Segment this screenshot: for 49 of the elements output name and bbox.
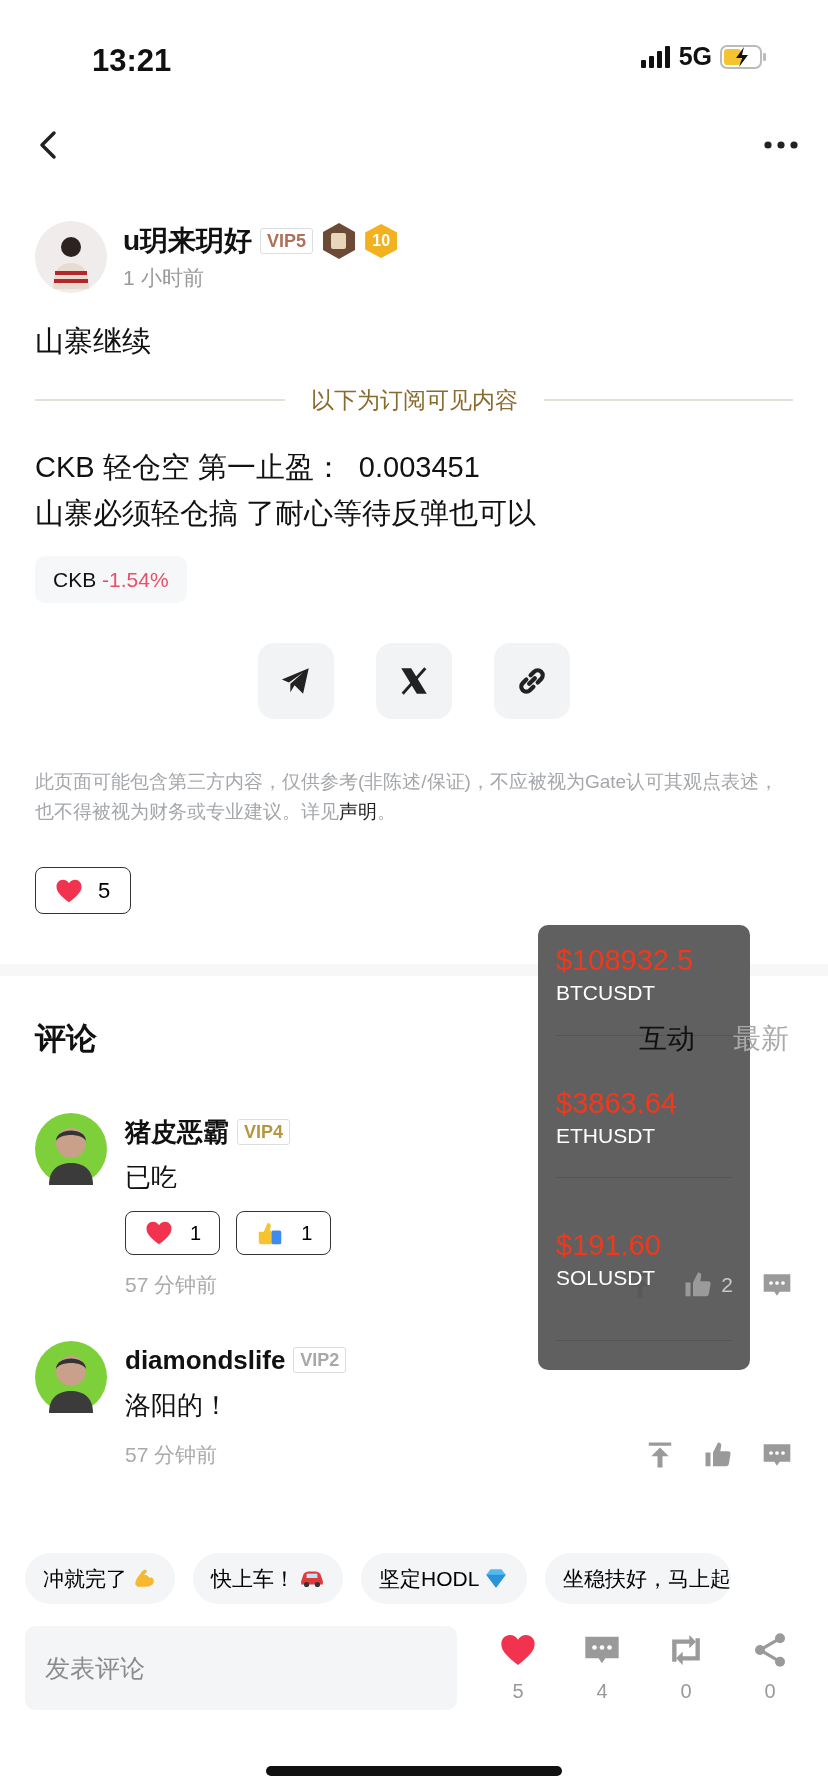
signal-icon	[640, 45, 671, 68]
post-time: 1 小时前	[123, 265, 205, 291]
battery-icon	[720, 44, 768, 69]
ticker-symbol: SOLUSDT	[556, 1265, 656, 1291]
quick-reply-chip[interactable]: 冲就完了	[25, 1552, 175, 1604]
share-button[interactable]	[376, 643, 452, 719]
heart-count: 5	[512, 1679, 524, 1704]
ticker-price: $108932.5	[556, 943, 694, 977]
vip-badge: VIP5	[260, 228, 314, 254]
vip-badge: VIP4	[237, 1119, 291, 1145]
clock: 13:21	[92, 42, 172, 80]
more-icon[interactable]	[764, 141, 798, 149]
section-title: 评论	[35, 1020, 97, 1058]
reaction-button[interactable]: 1	[125, 1210, 221, 1255]
reaction-button[interactable]: 1	[236, 1210, 332, 1255]
comment-count: 4	[596, 1679, 608, 1704]
divider-label: 以下为订阅可见内容	[310, 386, 518, 415]
post-text: 山寨必须轻仓搞 了耐心等待反弹也可以	[35, 495, 538, 531]
quick-reply-chip[interactable]: 快上车！	[193, 1552, 343, 1604]
level-badge: 10	[365, 224, 398, 258]
back-icon[interactable]	[38, 130, 58, 160]
repost-count: 0	[680, 1679, 692, 1704]
scroll-badge-icon	[321, 222, 358, 260]
comment-text: 洛阳的！	[125, 1388, 230, 1422]
post-title: 山寨继续	[34, 323, 152, 359]
vip-badge: VIP2	[293, 1347, 347, 1373]
ticker-price: $3863.64	[556, 1085, 677, 1120]
like-button[interactable]: 5	[35, 867, 132, 914]
share-button[interactable]	[258, 643, 334, 719]
ticker-symbol: BTCUSDT	[556, 980, 656, 1006]
network-label: 5G	[678, 41, 712, 72]
quick-reply-chip[interactable]: 坐稳扶好，马上起	[545, 1552, 732, 1604]
ticker-tag: CKB -1.54%	[35, 555, 187, 603]
like-count: 2	[721, 1271, 733, 1298]
comment-time: 57 分钟前	[125, 1441, 218, 1468]
disclaimer: 此页面可能包含第三方内容，仅供参考(非陈述/保证)，不应被视为Gate认可其观点表述，也不得被视为财务或专业建议。详见声明。	[34, 770, 780, 824]
comment-text: 已吃	[125, 1160, 178, 1194]
post-text: CKB 轻仓空 第一止盈： 0.003451	[35, 449, 481, 485]
disclaimer-link[interactable]: 声明	[339, 801, 377, 822]
share-button[interactable]	[494, 643, 570, 719]
share-count: 0	[764, 1679, 776, 1704]
ticker-symbol: ETHUSDT	[556, 1122, 656, 1149]
commenter-name: 猪皮恶霸	[125, 1115, 229, 1149]
quick-reply-chip[interactable]: 坚定HODL	[361, 1552, 528, 1604]
commenter-name: diamondslife	[125, 1343, 286, 1377]
comment-time: 57 分钟前	[125, 1271, 218, 1298]
comment-input[interactable]: 发表评论	[25, 1626, 457, 1710]
username: u玥来玥好	[123, 224, 253, 258]
ticker-price: $191.60	[556, 1228, 661, 1262]
